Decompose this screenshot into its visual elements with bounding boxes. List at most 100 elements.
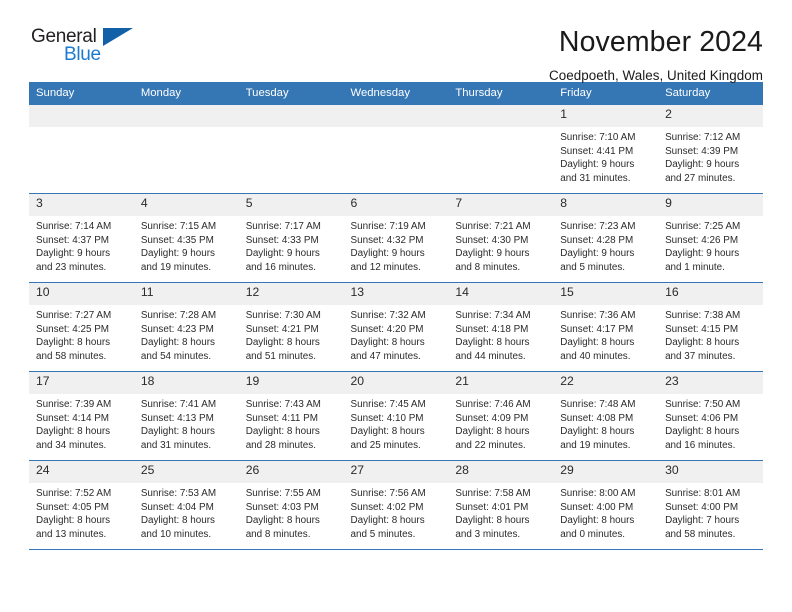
daylight-text: Daylight: 8 hours and 19 minutes. <box>560 426 635 451</box>
calendar-day-cell[interactable]: 2 Sunrise: 7:12 AM Sunset: 4:39 PM Daylight… <box>658 104 763 194</box>
calendar-day-cell[interactable]: 7 Sunrise: 7:21 AM Sunset: 4:30 PM Daylight… <box>448 193 554 283</box>
day-number: 2 <box>658 105 763 127</box>
sunset-text: Sunset: 4:39 PM <box>665 145 739 157</box>
daylight-text: Daylight: 8 hours and 28 minutes. <box>245 426 320 451</box>
triangle-icon <box>103 28 133 46</box>
calendar-week-row: 1 Sunrise: 7:10 AM Sunset: 4:41 PM Daylight… <box>29 104 763 194</box>
calendar-day-cell[interactable]: 13 Sunrise: 7:32 AM Sunset: 4:20 PM Dayligh… <box>343 282 449 372</box>
calendar-day-cell[interactable]: 25 Sunrise: 7:53 AM Sunset: 4:04 PM Dayligh… <box>133 460 239 550</box>
calendar-week-row: 10 Sunrise: 7:27 AM Sunset: 4:25 PM Dayligh… <box>29 282 763 372</box>
calendar-day-cell[interactable]: 20 Sunrise: 7:45 AM Sunset: 4:10 PM Dayligh… <box>343 371 449 461</box>
weekday-header-monday: Monday <box>133 82 239 105</box>
day-number: 18 <box>133 372 239 394</box>
calendar-day-cell[interactable]: 27 Sunrise: 7:56 AM Sunset: 4:02 PM Dayligh… <box>343 460 449 550</box>
calendar-day-cell[interactable]: 6 Sunrise: 7:19 AM Sunset: 4:32 PM Daylight… <box>343 193 449 283</box>
sunrise-text: Sunrise: 7:46 AM <box>455 399 531 410</box>
calendar-day-cell[interactable]: 24 Sunrise: 7:52 AM Sunset: 4:05 PM Dayligh… <box>29 460 134 550</box>
calendar-day-cell[interactable]: 11 Sunrise: 7:28 AM Sunset: 4:23 PM Dayligh… <box>133 282 239 372</box>
sunrise-text: Sunrise: 7:45 AM <box>350 399 426 410</box>
weekday-header-wednesday: Wednesday <box>343 82 449 105</box>
calendar-day-cell[interactable]: 12 Sunrise: 7:30 AM Sunset: 4:21 PM Dayligh… <box>238 282 344 372</box>
day-number: 21 <box>448 372 554 394</box>
daylight-text: Daylight: 8 hours and 58 minutes. <box>36 337 111 362</box>
day-sun-info: Sunrise: 7:28 AM Sunset: 4:23 PM Daylight:… <box>134 305 239 363</box>
day-number: 17 <box>29 372 134 394</box>
day-number: 1 <box>553 105 659 127</box>
weekday-header-thursday: Thursday <box>448 82 554 105</box>
calendar-day-cell[interactable]: 16 Sunrise: 7:38 AM Sunset: 4:15 PM Dayligh… <box>658 282 763 372</box>
sunset-text: Sunset: 4:03 PM <box>245 501 319 513</box>
general-blue-logo[interactable]: General Blue <box>31 26 151 72</box>
daylight-text: Daylight: 9 hours and 27 minutes. <box>665 159 740 184</box>
day-number: 13 <box>343 283 449 305</box>
day-sun-info: Sunrise: 7:55 AM Sunset: 4:03 PM Daylight:… <box>239 483 344 541</box>
day-sun-info: Sunrise: 7:58 AM Sunset: 4:01 PM Daylight:… <box>448 483 553 541</box>
sunset-text: Sunset: 4:15 PM <box>665 323 739 335</box>
page-subtitle: Coedpoeth, Wales, United Kingdom <box>549 67 763 83</box>
sunset-text: Sunset: 4:30 PM <box>455 234 529 246</box>
sunset-text: Sunset: 4:18 PM <box>455 323 529 335</box>
sunset-text: Sunset: 4:00 PM <box>560 501 634 513</box>
calendar-day-cell[interactable]: 21 Sunrise: 7:46 AM Sunset: 4:09 PM Dayligh… <box>448 371 554 461</box>
sunset-text: Sunset: 4:10 PM <box>350 412 424 424</box>
day-sun-info: Sunrise: 7:15 AM Sunset: 4:35 PM Daylight:… <box>134 216 239 274</box>
day-number: 22 <box>553 372 659 394</box>
sunset-text: Sunset: 4:23 PM <box>140 323 214 335</box>
day-number: 25 <box>133 461 239 483</box>
calendar-day-cell-empty <box>343 104 449 194</box>
day-sun-info: Sunrise: 7:52 AM Sunset: 4:05 PM Daylight:… <box>29 483 134 541</box>
calendar-day-cell[interactable]: 4 Sunrise: 7:15 AM Sunset: 4:35 PM Daylight… <box>133 193 239 283</box>
calendar-day-cell[interactable]: 3 Sunrise: 7:14 AM Sunset: 4:37 PM Daylight… <box>29 193 134 283</box>
day-sun-info: Sunrise: 8:00 AM Sunset: 4:00 PM Daylight:… <box>553 483 658 541</box>
sunset-text: Sunset: 4:11 PM <box>245 412 318 424</box>
calendar-day-cell[interactable]: 10 Sunrise: 7:27 AM Sunset: 4:25 PM Dayligh… <box>29 282 134 372</box>
day-sun-info: Sunrise: 7:46 AM Sunset: 4:09 PM Daylight:… <box>448 394 553 452</box>
sunset-text: Sunset: 4:06 PM <box>665 412 739 424</box>
sunrise-text: Sunrise: 7:53 AM <box>140 488 217 499</box>
day-number: 16 <box>658 283 763 305</box>
sunrise-text: Sunrise: 7:56 AM <box>350 488 426 499</box>
calendar-day-cell[interactable]: 28 Sunrise: 7:58 AM Sunset: 4:01 PM Dayligh… <box>448 460 554 550</box>
sunrise-text: Sunrise: 7:50 AM <box>665 399 741 410</box>
calendar-day-cell[interactable]: 22 Sunrise: 7:48 AM Sunset: 4:08 PM Dayligh… <box>553 371 659 461</box>
sunrise-text: Sunrise: 7:25 AM <box>665 221 741 232</box>
calendar-day-cell[interactable]: 15 Sunrise: 7:36 AM Sunset: 4:17 PM Dayligh… <box>553 282 659 372</box>
calendar-week-row: 24 Sunrise: 7:52 AM Sunset: 4:05 PM Dayligh… <box>29 460 763 550</box>
sunrise-text: Sunrise: 7:36 AM <box>560 310 636 321</box>
sunrise-text: Sunrise: 7:28 AM <box>140 310 217 321</box>
calendar-day-cell[interactable]: 23 Sunrise: 7:50 AM Sunset: 4:06 PM Dayligh… <box>658 371 763 461</box>
sunrise-text: Sunrise: 7:27 AM <box>36 310 112 321</box>
sunrise-text: Sunrise: 7:23 AM <box>560 221 636 232</box>
sunrise-text: Sunrise: 7:10 AM <box>560 132 636 143</box>
sunset-text: Sunset: 4:33 PM <box>245 234 319 246</box>
calendar-day-cell[interactable]: 29 Sunrise: 8:00 AM Sunset: 4:00 PM Dayligh… <box>553 460 659 550</box>
sunrise-text: Sunrise: 7:55 AM <box>245 488 321 499</box>
daylight-text: Daylight: 8 hours and 0 minutes. <box>560 515 635 540</box>
day-number: 29 <box>553 461 659 483</box>
weekday-header-friday: Friday <box>553 82 659 105</box>
day-sun-info: Sunrise: 7:48 AM Sunset: 4:08 PM Daylight:… <box>553 394 658 452</box>
day-sun-info: Sunrise: 7:41 AM Sunset: 4:13 PM Daylight:… <box>134 394 239 452</box>
calendar-day-cell[interactable]: 1 Sunrise: 7:10 AM Sunset: 4:41 PM Daylight… <box>553 104 659 194</box>
daylight-text: Daylight: 8 hours and 47 minutes. <box>350 337 425 362</box>
sunset-text: Sunset: 4:25 PM <box>36 323 110 335</box>
day-number: 20 <box>343 372 449 394</box>
sunset-text: Sunset: 4:28 PM <box>560 234 634 246</box>
sunset-text: Sunset: 4:41 PM <box>560 145 634 157</box>
calendar-day-cell[interactable]: 5 Sunrise: 7:17 AM Sunset: 4:33 PM Daylight… <box>238 193 344 283</box>
calendar-day-cell[interactable]: 9 Sunrise: 7:25 AM Sunset: 4:26 PM Daylight… <box>658 193 763 283</box>
calendar-day-cell[interactable]: 8 Sunrise: 7:23 AM Sunset: 4:28 PM Daylight… <box>553 193 659 283</box>
day-sun-info: Sunrise: 7:25 AM Sunset: 4:26 PM Daylight:… <box>658 216 763 274</box>
calendar-day-cell[interactable]: 18 Sunrise: 7:41 AM Sunset: 4:13 PM Dayligh… <box>133 371 239 461</box>
calendar-day-cell-empty <box>133 104 239 194</box>
weekday-header-sunday: Sunday <box>29 82 134 105</box>
calendar-day-cell[interactable]: 14 Sunrise: 7:34 AM Sunset: 4:18 PM Dayligh… <box>448 282 554 372</box>
day-sun-info: Sunrise: 7:27 AM Sunset: 4:25 PM Daylight:… <box>29 305 134 363</box>
calendar-day-cell[interactable]: 17 Sunrise: 7:39 AM Sunset: 4:14 PM Dayligh… <box>29 371 134 461</box>
calendar-day-cell[interactable]: 19 Sunrise: 7:43 AM Sunset: 4:11 PM Dayligh… <box>238 371 344 461</box>
sunrise-text: Sunrise: 7:15 AM <box>140 221 217 232</box>
day-sun-info: Sunrise: 7:10 AM Sunset: 4:41 PM Daylight:… <box>553 127 658 185</box>
calendar-day-cell[interactable]: 26 Sunrise: 7:55 AM Sunset: 4:03 PM Dayligh… <box>238 460 344 550</box>
sunset-text: Sunset: 4:02 PM <box>350 501 424 513</box>
calendar-day-cell[interactable]: 30 Sunrise: 8:01 AM Sunset: 4:00 PM Dayligh… <box>658 460 763 550</box>
